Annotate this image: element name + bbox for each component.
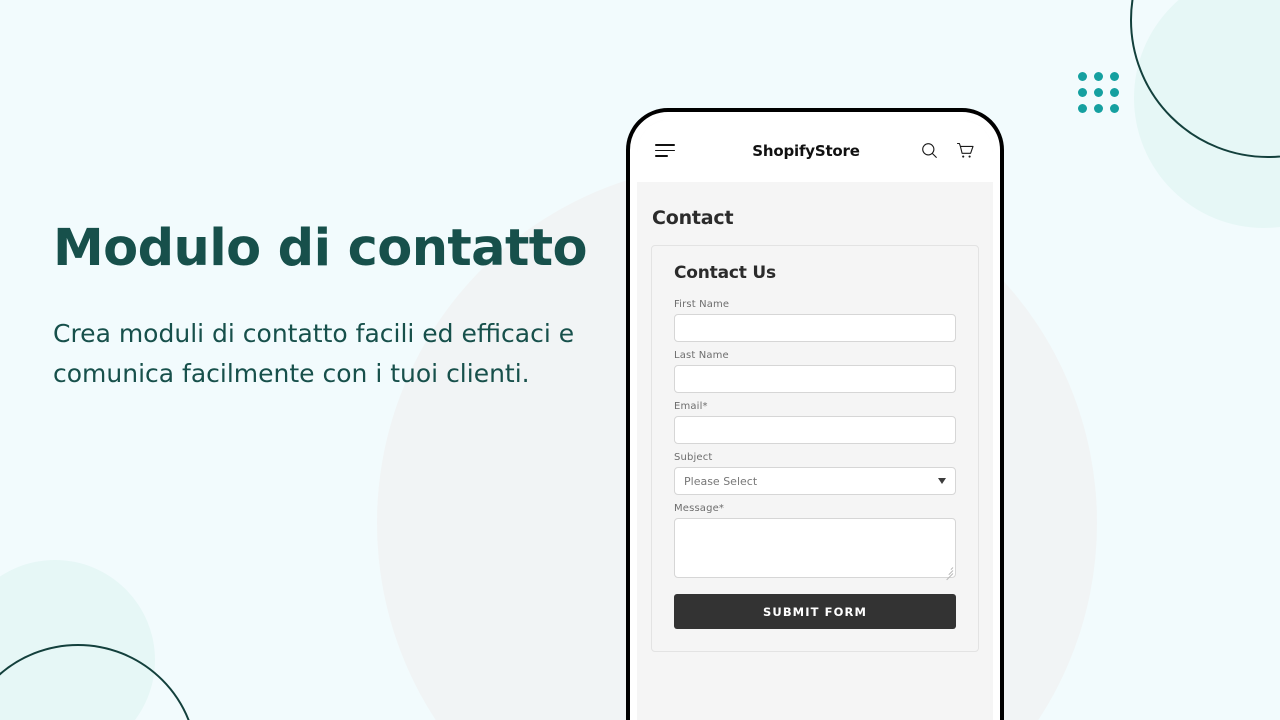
last-name-input[interactable] (674, 365, 956, 393)
search-icon[interactable] (921, 142, 938, 159)
phone-screen: ShopifyStore Contact Contact Us First Na… (637, 119, 993, 720)
store-page-body: Contact Contact Us First Name Last Name … (637, 207, 993, 652)
page-title: Modulo di contatto (53, 219, 588, 278)
message-field-group: Message* (674, 503, 956, 581)
contact-form-title: Contact Us (674, 263, 776, 283)
submit-form-button[interactable]: SUBMIT FORM (674, 594, 956, 629)
subject-select[interactable]: Please Select (674, 467, 956, 495)
store-header: ShopifyStore (637, 119, 993, 182)
store-name: ShopifyStore (752, 141, 860, 160)
hamburger-menu-icon[interactable] (655, 144, 677, 157)
email-field-group: Email* (674, 401, 956, 444)
contact-form-card: Contact Us First Name Last Name Email* S… (651, 245, 979, 652)
hero-subtitle: Crea moduli di contatto facili ed effica… (53, 319, 575, 388)
message-label: Message* (674, 503, 725, 514)
background-ring-top-right (1130, 0, 1280, 158)
first-name-label: First Name (674, 299, 730, 310)
background-mint-circle-bottom-left (0, 560, 155, 720)
message-textarea[interactable] (674, 518, 956, 578)
last-name-label: Last Name (674, 350, 729, 361)
first-name-input[interactable] (674, 314, 956, 342)
background-mint-circle-top-right (1134, 0, 1280, 228)
message-textarea-wrapper (674, 518, 956, 581)
email-label: Email* (674, 401, 708, 412)
phone-mockup: ShopifyStore Contact Contact Us First Na… (626, 108, 1004, 720)
subject-field-group: Subject Please Select (674, 452, 956, 495)
hero-section: Modulo di contatto Crea moduli di contat… (53, 218, 593, 394)
shopping-cart-icon[interactable] (956, 142, 975, 160)
header-icon-group (921, 142, 975, 160)
background-ring-bottom-left (0, 644, 198, 720)
chevron-down-icon (938, 478, 946, 484)
first-name-field-group: First Name (674, 299, 956, 342)
subject-selected-value: Please Select (684, 474, 758, 488)
last-name-field-group: Last Name (674, 350, 956, 393)
contact-page-heading: Contact (652, 207, 734, 229)
subject-select-wrapper: Please Select (674, 467, 956, 495)
subject-label: Subject (674, 452, 713, 463)
dot-grid-icon (1078, 72, 1126, 120)
screenshot-stage: Modulo di contatto Crea moduli di contat… (0, 0, 1280, 720)
email-input[interactable] (674, 416, 956, 444)
